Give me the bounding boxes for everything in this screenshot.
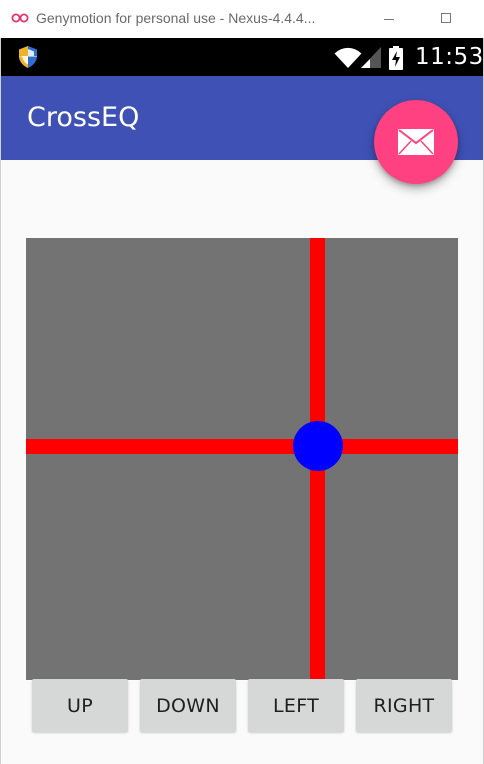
left-button[interactable]: LEFT bbox=[248, 679, 344, 732]
up-button[interactable]: UP bbox=[32, 679, 128, 732]
horizontal-crosshair-line bbox=[26, 439, 458, 454]
window-title: Genymotion for personal use - Nexus-4.4.… bbox=[36, 10, 316, 26]
mail-icon bbox=[398, 129, 434, 155]
mail-fab-button[interactable] bbox=[374, 100, 458, 184]
shield-notification-icon bbox=[19, 46, 37, 68]
right-button[interactable]: RIGHT bbox=[356, 679, 452, 732]
window-border-left bbox=[0, 38, 1, 764]
minimize-button[interactable] bbox=[375, 6, 403, 30]
cell-signal-icon bbox=[361, 47, 381, 68]
emulator-window: Genymotion for personal use - Nexus-4.4.… bbox=[0, 0, 484, 764]
cross-eq-canvas[interactable] bbox=[26, 238, 458, 680]
app-title: CrossEQ bbox=[27, 102, 140, 133]
battery-charging-icon bbox=[389, 46, 403, 70]
down-button[interactable]: DOWN bbox=[140, 679, 236, 732]
status-bar-clock: 11:53 bbox=[415, 44, 484, 70]
crosshair-dot[interactable] bbox=[293, 421, 343, 471]
maximize-icon bbox=[441, 13, 451, 23]
maximize-button[interactable] bbox=[432, 6, 460, 30]
genymotion-logo-icon bbox=[11, 13, 29, 23]
wifi-icon bbox=[334, 47, 362, 68]
android-status-bar: 11:53 bbox=[0, 38, 484, 76]
minimize-icon bbox=[384, 18, 394, 20]
window-title-bar: Genymotion for personal use - Nexus-4.4.… bbox=[0, 0, 484, 39]
